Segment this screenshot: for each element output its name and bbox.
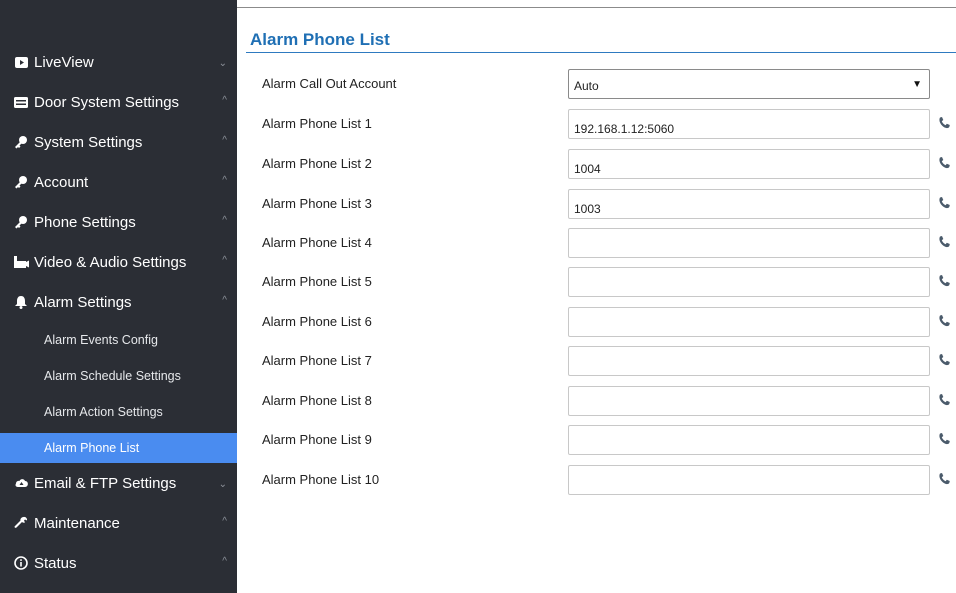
phone-list-input-2[interactable]: [568, 149, 930, 179]
keypad-icon: [13, 96, 29, 108]
chevron-up-icon: ^: [222, 255, 227, 266]
phone-list-input-1[interactable]: [568, 109, 930, 139]
sidebar-item-label: System Settings: [34, 133, 143, 151]
sidebar-item-phone-settings[interactable]: Phone Settings ^: [0, 202, 237, 242]
sidebar-item-maintenance[interactable]: Maintenance ^: [0, 503, 237, 543]
phone-list-row-2: Alarm Phone List 2: [262, 149, 956, 179]
phone-list-label: Alarm Phone List 4: [262, 235, 372, 250]
phone-list-row-8: Alarm Phone List 8: [262, 386, 956, 416]
phone-list-row-10: Alarm Phone List 10: [262, 465, 956, 495]
phone-icon[interactable]: [937, 314, 951, 328]
sidebar-item-liveview[interactable]: LiveView ⌄: [0, 42, 237, 82]
phone-list-row-9: Alarm Phone List 9: [262, 425, 956, 455]
sidebar-item-system-settings[interactable]: System Settings ^: [0, 122, 237, 162]
sidebar-item-label: Alarm Settings: [34, 293, 132, 311]
key-icon: [13, 175, 29, 189]
title-underline: [246, 52, 956, 53]
info-icon: [13, 556, 29, 570]
phone-list-row-3: Alarm Phone List 3: [262, 189, 956, 219]
phone-icon[interactable]: [937, 274, 951, 288]
phone-icon[interactable]: [937, 196, 951, 210]
phone-list-label: Alarm Phone List 8: [262, 393, 372, 408]
chevron-up-icon: ^: [222, 516, 227, 527]
cloud-icon: [13, 477, 29, 489]
phone-list-label: Alarm Phone List 5: [262, 274, 372, 289]
chevron-down-icon: ⌄: [218, 58, 227, 69]
sidebar-item-label: Email & FTP Settings: [34, 474, 177, 492]
phone-list-input-8[interactable]: [568, 386, 930, 416]
sidebar-header-spacer: [0, 0, 237, 42]
call-out-account-row: Alarm Call Out Account Auto ▼: [262, 69, 956, 99]
wrench-icon: [13, 516, 29, 530]
sidebar-subitem-alarm-phone-list[interactable]: Alarm Phone List: [0, 433, 237, 463]
key-icon: [13, 135, 29, 149]
phone-list-label: Alarm Phone List 2: [262, 156, 372, 171]
bell-icon: [13, 295, 29, 309]
chevron-up-icon: ^: [222, 135, 227, 146]
video-icon: [13, 56, 29, 68]
sidebar-item-door-system-settings[interactable]: Door System Settings ^: [0, 82, 237, 122]
sidebar-item-label: Account: [34, 173, 89, 191]
phone-list-input-4[interactable]: [568, 228, 930, 258]
key-icon: [13, 215, 29, 229]
phone-list-label: Alarm Phone List 1: [262, 116, 372, 131]
call-out-account-select[interactable]: Auto ▼: [568, 69, 930, 99]
sidebar: LiveView ⌄ Door System Settings ^ System…: [0, 0, 237, 593]
phone-icon[interactable]: [937, 472, 951, 486]
phone-icon[interactable]: [937, 156, 951, 170]
chevron-up-icon: ^: [222, 295, 227, 306]
chevron-up-icon: ^: [222, 95, 227, 106]
sidebar-subitem-alarm-schedule-settings[interactable]: Alarm Schedule Settings: [0, 358, 237, 394]
sidebar-item-status[interactable]: Status ^: [0, 543, 237, 583]
sidebar-item-label: Status: [34, 554, 77, 572]
phone-icon[interactable]: [937, 353, 951, 367]
phone-list-label: Alarm Phone List 6: [262, 314, 372, 329]
phone-list-row-6: Alarm Phone List 6: [262, 307, 956, 337]
dropdown-caret-icon: ▼: [912, 79, 922, 90]
call-out-account-value: Auto: [574, 79, 599, 93]
phone-icon[interactable]: [937, 432, 951, 446]
sidebar-subitem-alarm-action-settings[interactable]: Alarm Action Settings: [0, 394, 237, 430]
sidebar-item-alarm-settings[interactable]: Alarm Settings ^: [0, 282, 237, 322]
chevron-up-icon: ^: [222, 215, 227, 226]
sidebar-subitem-alarm-events-config[interactable]: Alarm Events Config: [0, 322, 237, 358]
phone-list-label: Alarm Phone List 10: [262, 472, 380, 487]
phone-list-input-7[interactable]: [568, 346, 930, 376]
phone-list-label: Alarm Phone List 7: [262, 353, 372, 368]
camera-icon: [13, 256, 29, 268]
phone-icon[interactable]: [937, 116, 951, 130]
phone-list-input-5[interactable]: [568, 267, 930, 297]
phone-list-label: Alarm Phone List 9: [262, 432, 372, 447]
sidebar-item-label: LiveView: [34, 53, 94, 71]
sidebar-item-label: Video & Audio Settings: [34, 253, 187, 271]
phone-icon[interactable]: [937, 235, 951, 249]
phone-list-label: Alarm Phone List 3: [262, 196, 372, 211]
sidebar-item-email-ftp-settings[interactable]: Email & FTP Settings ⌄: [0, 463, 237, 503]
phone-icon[interactable]: [937, 393, 951, 407]
sidebar-item-label: Maintenance: [34, 514, 120, 532]
phone-list-row-7: Alarm Phone List 7: [262, 346, 956, 376]
chevron-up-icon: ^: [222, 175, 227, 186]
page-title: Alarm Phone List: [250, 30, 390, 49]
phone-list-input-3[interactable]: [568, 189, 930, 219]
sidebar-item-account[interactable]: Account ^: [0, 162, 237, 202]
phone-list-input-10[interactable]: [568, 465, 930, 495]
call-out-account-label: Alarm Call Out Account: [262, 76, 397, 91]
phone-list-input-9[interactable]: [568, 425, 930, 455]
phone-list-input-6[interactable]: [568, 307, 930, 337]
chevron-down-icon: ⌄: [218, 479, 227, 490]
sidebar-item-label: Phone Settings: [34, 213, 136, 231]
sidebar-item-label: Door System Settings: [34, 93, 180, 111]
top-divider: [237, 7, 956, 8]
sidebar-item-video-audio-settings[interactable]: Video & Audio Settings ^: [0, 242, 237, 282]
phone-list-row-5: Alarm Phone List 5: [262, 267, 956, 297]
phone-list-row-1: Alarm Phone List 1: [262, 109, 956, 139]
phone-list-row-4: Alarm Phone List 4: [262, 228, 956, 258]
chevron-up-icon: ^: [222, 556, 227, 567]
